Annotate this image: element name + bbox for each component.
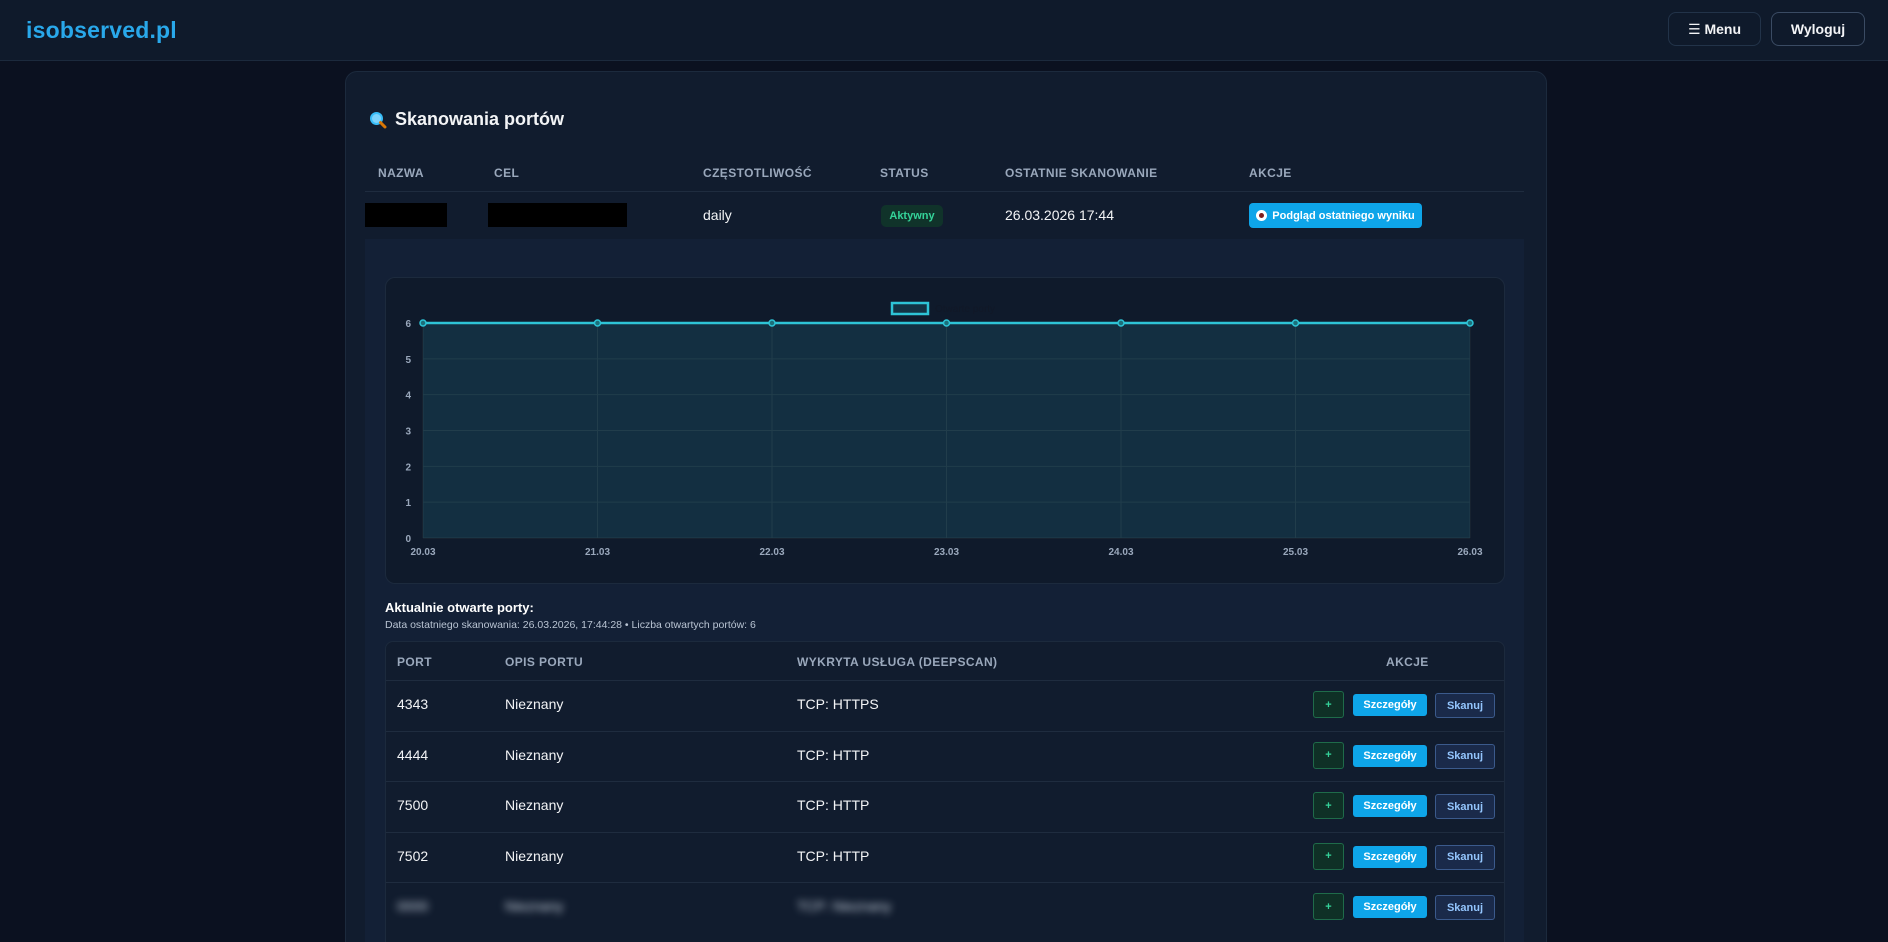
port-row-divider [386, 680, 1504, 681]
add-port-button[interactable]: + [1313, 691, 1344, 718]
scan-port-button[interactable]: Skanuj [1435, 693, 1495, 718]
data-point [1466, 319, 1474, 327]
details-button[interactable]: Szczegóły [1353, 896, 1427, 918]
data-point [593, 319, 602, 327]
col-last-scan: OSTATNIE SKANOWANIE [1005, 166, 1158, 180]
x-tick-label: 20.03 [410, 547, 435, 558]
header-divider [365, 191, 1524, 192]
scan-port-button[interactable]: Skanuj [1435, 794, 1495, 819]
add-port-button[interactable]: + [1313, 741, 1344, 769]
col-port-desc: OPIS PORTU [505, 655, 584, 669]
add-port-button[interactable]: + [1313, 893, 1344, 920]
series-area [423, 323, 1470, 538]
logout-button[interactable]: Wyloguj [1771, 12, 1865, 46]
x-tick-label: 23.03 [934, 547, 959, 558]
y-tick-label: 6 [405, 319, 411, 330]
y-tick-label: 0 [405, 534, 411, 545]
details-button[interactable]: Szczegóły [1353, 795, 1427, 817]
port-number: 4343 [397, 696, 429, 712]
port-row-divider [386, 831, 1504, 833]
magnifier-icon [370, 111, 387, 128]
port-service: TCP: HTTP [797, 797, 870, 813]
legend-label: Otwarte porty [935, 304, 995, 315]
port-description: Nieznany [505, 696, 564, 712]
x-tick-label: 21.03 [585, 547, 610, 558]
x-tick-label: 24.03 [1108, 547, 1133, 558]
status-badge: Aktywny [881, 205, 943, 227]
port-service: TCP: HTTPS [797, 696, 879, 712]
col-name: NAZWA [378, 166, 424, 180]
col-port-actions: AKCJE [1386, 655, 1429, 669]
port-number: 4444 [397, 746, 429, 763]
data-point [1291, 319, 1300, 327]
col-actions: AKCJE [1249, 166, 1292, 180]
port-service: TCP: Nieznany [797, 898, 892, 914]
open-ports-meta: Data ostatniego skanowania: 26.03.2026, … [385, 619, 756, 631]
data-point [942, 319, 951, 327]
col-frequency: CZĘSTOTLIWOŚĆ [703, 166, 812, 180]
legend-swatch [890, 301, 930, 316]
col-port: PORT [397, 655, 432, 669]
open-ports-chart: 0 1 2 3 4 5 6 20.03 21.03 22.03 23.03 24.03 25.03 26.… [405, 301, 1483, 558]
eye-icon [1256, 210, 1268, 221]
menu-button[interactable]: ☰ Menu [1668, 12, 1761, 46]
section-title-text: Skanowania portów [395, 109, 565, 129]
details-button[interactable]: Szczegóły [1353, 744, 1427, 767]
y-tick-label: 2 [405, 462, 411, 473]
data-point [1117, 319, 1125, 327]
port-description: Nieznany [505, 746, 564, 763]
view-last-result-button[interactable]: Podgląd ostatniego wyniku [1249, 203, 1422, 228]
y-tick-label: 3 [405, 427, 411, 438]
redacted-target [488, 203, 627, 227]
col-target: CEL [494, 166, 520, 180]
port-service: TCP: HTTP [797, 746, 870, 763]
port-description: Nieznany [505, 797, 564, 813]
last-scan-time: 26.03.2026 17:44 [1005, 207, 1114, 223]
add-port-button[interactable]: + [1313, 842, 1344, 870]
site-logo[interactable]: isobserved.pl [26, 17, 177, 44]
x-tick-label: 22.03 [759, 547, 784, 558]
top-navbar: isobserved.pl ☰ Menu Wyloguj [0, 0, 1888, 61]
data-point [419, 319, 427, 327]
section-title: Skanowania portów [369, 109, 564, 130]
data-point [768, 319, 776, 327]
port-description: Nieznany [505, 847, 564, 864]
open-ports-title: Aktualnie otwarte porty: [385, 600, 534, 615]
x-tick-label: 25.03 [1283, 547, 1308, 558]
y-tick-label: 4 [405, 391, 411, 402]
col-service: WYKRYTA USŁUGA (DEEPSCAN) [797, 655, 998, 669]
port-service: TCP: HTTP [797, 847, 870, 864]
y-tick-label: 1 [405, 498, 411, 509]
port-description: Nieznany [505, 898, 564, 914]
col-status: STATUS [880, 166, 929, 180]
port-number: 0000 [397, 898, 429, 914]
details-button[interactable]: Szczegóły [1353, 694, 1427, 716]
details-button[interactable]: Szczegóły [1353, 845, 1427, 868]
port-number: 7500 [397, 797, 429, 813]
x-tick-label: 26.03 [1457, 547, 1482, 558]
view-last-result-label: Podgląd ostatniego wyniku [1272, 209, 1415, 222]
redacted-name [365, 203, 447, 227]
port-row-divider [386, 730, 1504, 732]
scan-frequency: daily [703, 207, 732, 223]
y-tick-label: 5 [405, 355, 411, 366]
add-port-button[interactable]: + [1313, 792, 1344, 819]
scan-port-button[interactable]: Skanuj [1435, 895, 1495, 920]
port-number: 7502 [397, 847, 429, 864]
scan-port-button[interactable]: Skanuj [1435, 743, 1495, 769]
port-row-divider [386, 781, 1504, 782]
port-row-divider [386, 882, 1504, 883]
scan-port-button[interactable]: Skanuj [1435, 844, 1495, 870]
